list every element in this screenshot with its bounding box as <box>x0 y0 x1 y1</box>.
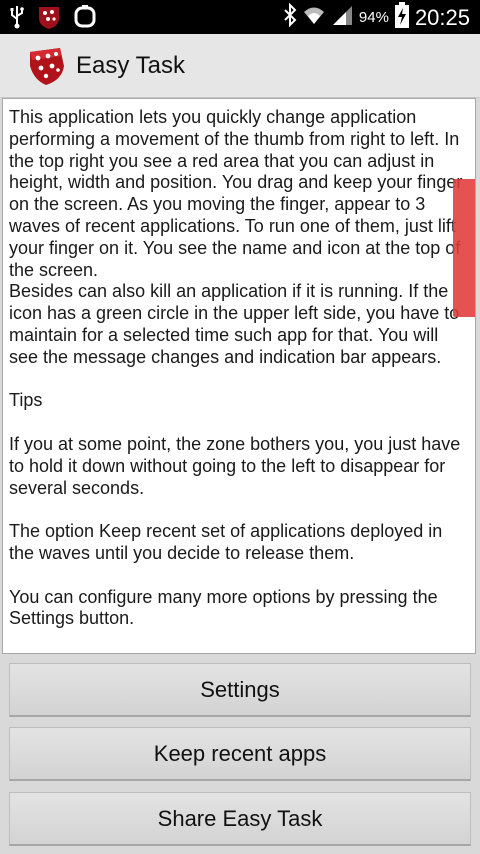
help-paragraph-1: This application lets you quickly change… <box>9 107 463 280</box>
battery-percent: 94% <box>358 9 389 26</box>
help-paragraph-5: You can configure many more options by p… <box>9 586 438 629</box>
help-paragraph-2: Besides can also kill an application if … <box>9 281 460 367</box>
status-bar-notifications <box>10 4 96 35</box>
wifi-icon <box>303 4 325 31</box>
easy-task-app-icon[interactable] <box>26 46 66 86</box>
usb-icon <box>10 5 24 34</box>
red-trigger-area[interactable] <box>453 179 475 317</box>
screenshot-icon <box>74 4 96 35</box>
signal-icon <box>331 4 353 31</box>
status-bar-system: 94% 20:25 <box>283 2 470 33</box>
keep-recent-apps-button[interactable]: Keep recent apps <box>9 727 471 781</box>
bluetooth-icon <box>283 2 297 32</box>
app-notification-icon <box>36 4 62 35</box>
battery-charging-icon <box>394 2 409 33</box>
help-paragraph-3: If you at some point, the zone bothers y… <box>9 433 461 498</box>
settings-button[interactable]: Settings <box>9 663 471 717</box>
action-bar: Easy Task <box>0 34 480 98</box>
help-paragraph-4: The option Keep recent set of applicatio… <box>9 521 443 563</box>
help-text: This application lets you quickly change… <box>3 99 475 630</box>
help-text-panel[interactable]: This application lets you quickly change… <box>2 98 476 654</box>
tips-heading: Tips <box>9 390 43 411</box>
clock: 20:25 <box>414 4 470 30</box>
status-bar: 94% 20:25 <box>0 0 480 34</box>
app-title: Easy Task <box>76 52 185 79</box>
share-easy-task-button[interactable]: Share Easy Task <box>9 792 471 846</box>
